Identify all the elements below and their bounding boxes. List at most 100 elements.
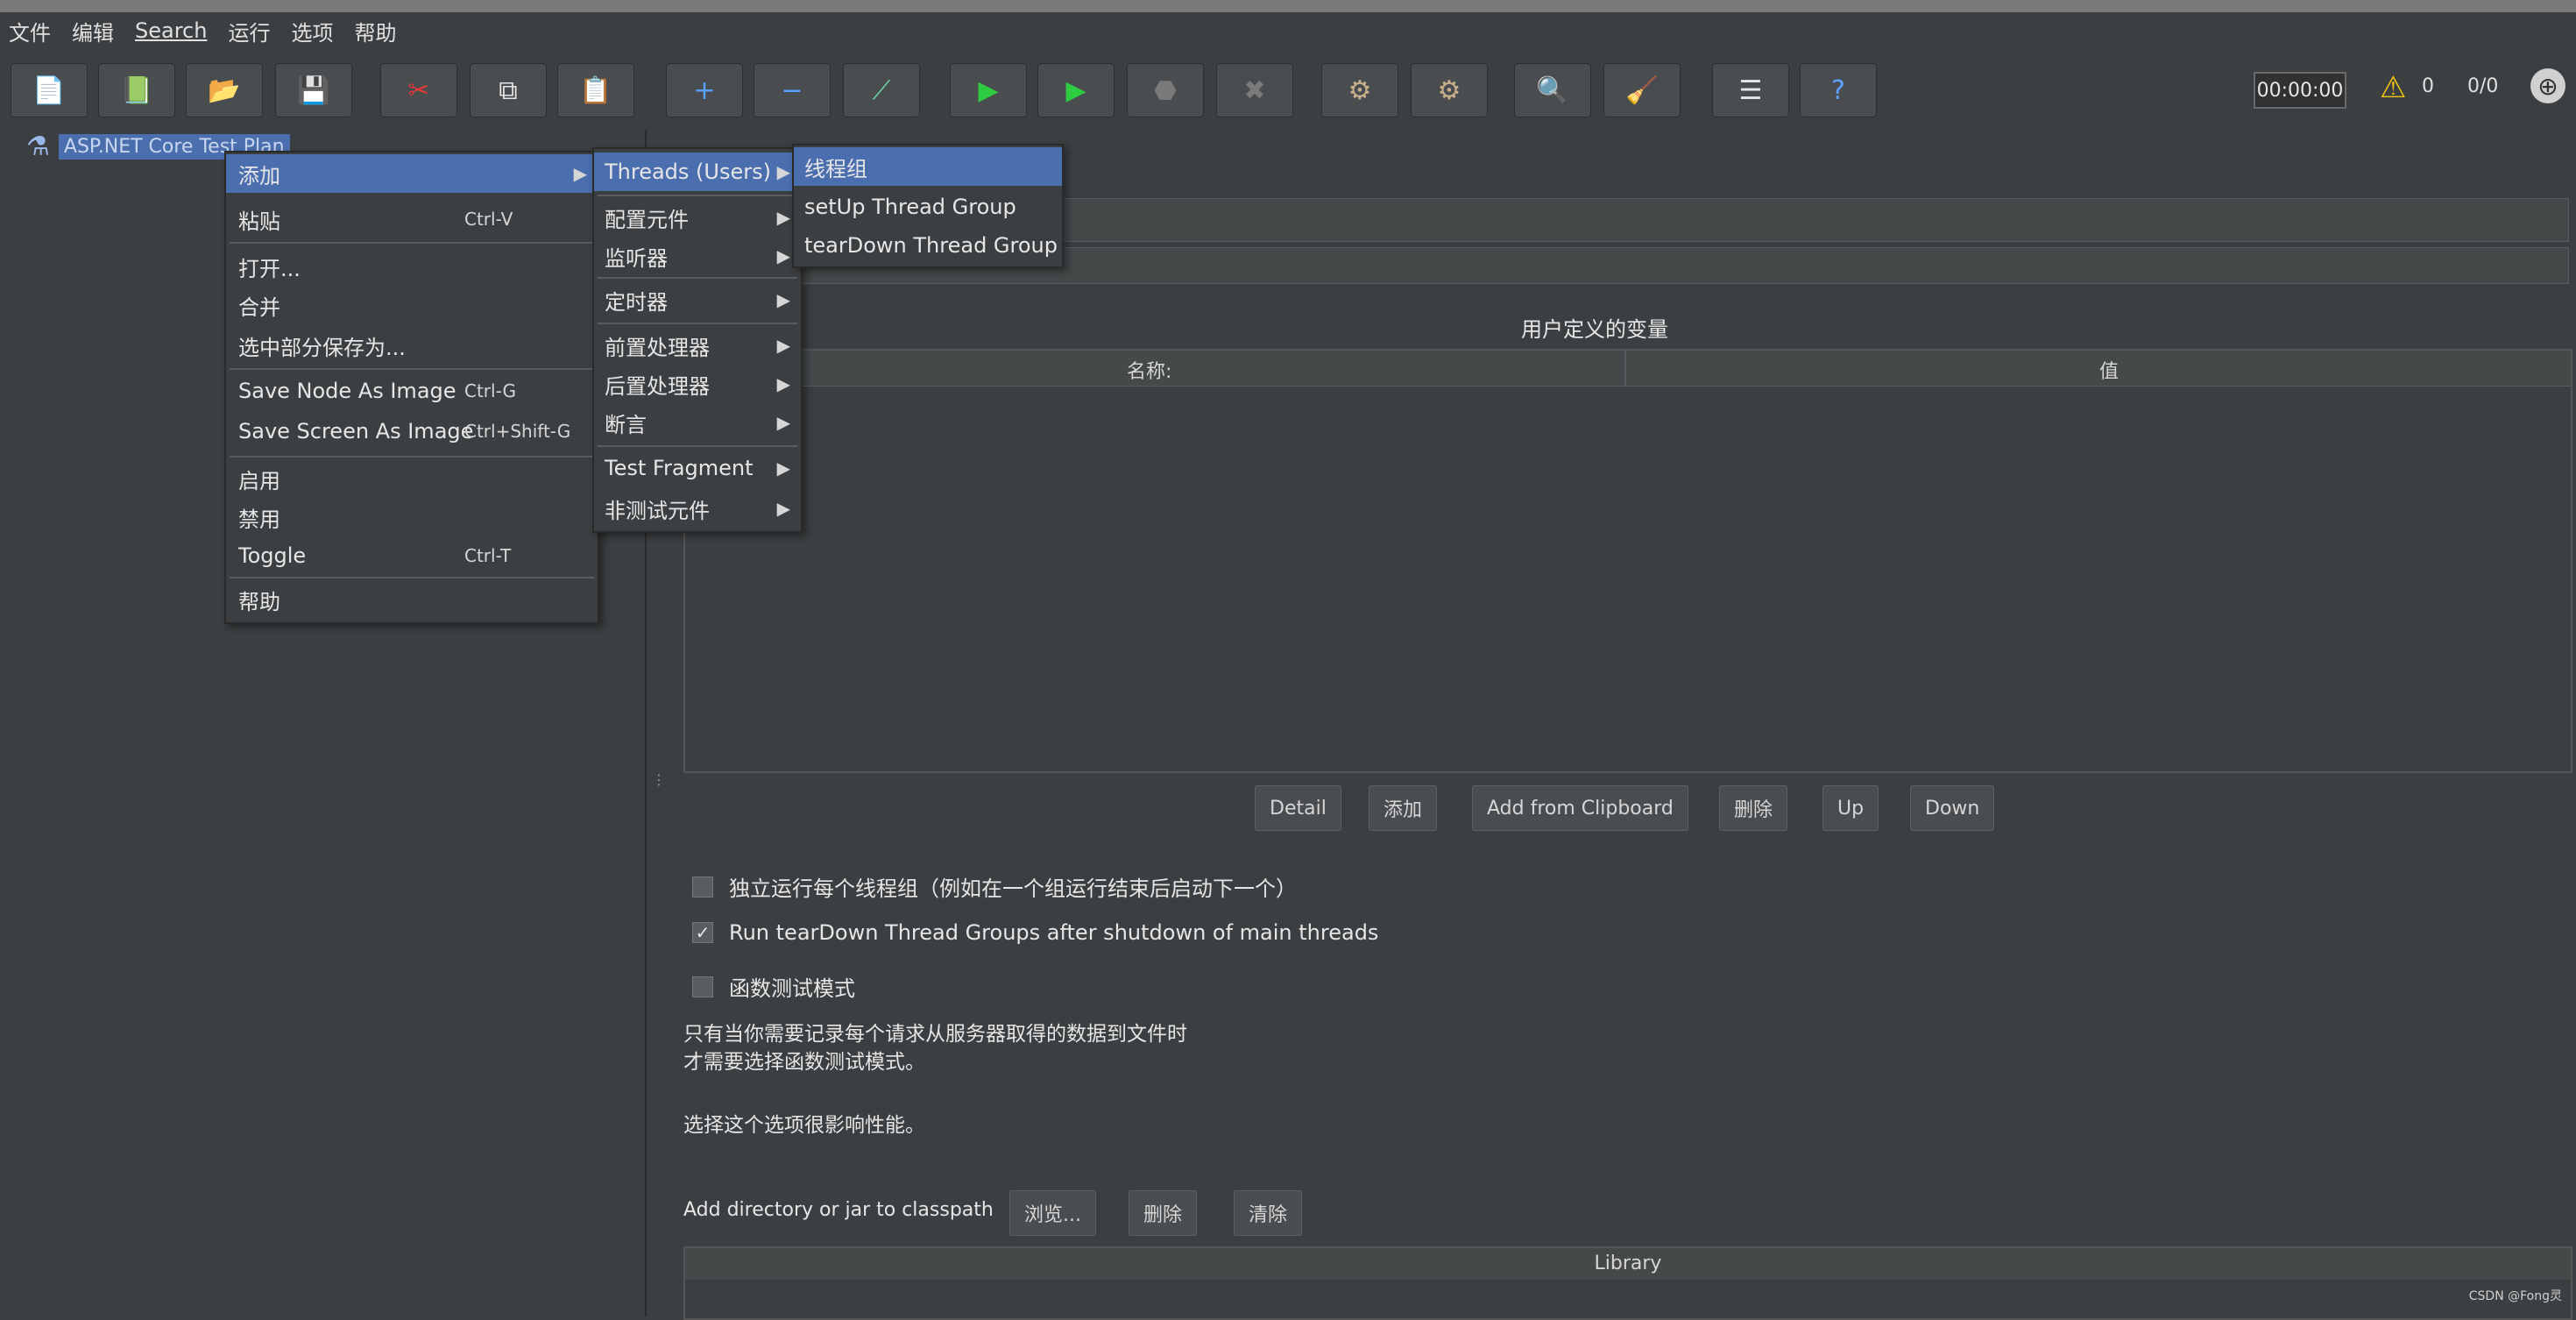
menu-item-disable[interactable]: 禁用 <box>226 498 598 536</box>
submenu-item-setup-thread-group[interactable]: setUp Thread Group <box>794 188 1062 226</box>
menu-item-help[interactable]: 帮助 <box>226 580 598 619</box>
submenu-item-timer[interactable]: 定时器 ▶ <box>594 280 801 319</box>
menu-item-label: 合并 <box>238 295 280 320</box>
menu-item-label: 选中部分保存为... <box>238 335 406 360</box>
stop-button[interactable]: ⬣ <box>1127 63 1204 117</box>
menu-item-label: 监听器 <box>605 245 668 271</box>
save-button[interactable]: 💾 <box>275 63 352 117</box>
browse-button[interactable]: 浏览... <box>1009 1190 1096 1236</box>
new-button[interactable]: 📄 <box>11 63 88 117</box>
submenu-item-listener[interactable]: 监听器 ▶ <box>594 237 801 275</box>
menu-help[interactable]: 帮助 <box>343 16 407 46</box>
add-button[interactable]: 添加 <box>1369 785 1438 831</box>
checkbox-box[interactable] <box>692 976 713 997</box>
menu-item-save-node-image[interactable]: Save Node As Image Ctrl-G <box>226 372 598 410</box>
shutdown-button[interactable]: ✖ <box>1216 63 1293 117</box>
shutdown-icon: ✖ <box>1243 75 1266 106</box>
search-button[interactable]: 🔍 <box>1514 63 1591 117</box>
checkbox-box[interactable] <box>692 876 713 898</box>
detail-button[interactable]: Detail <box>1255 785 1341 831</box>
submenu-item-preprocessor[interactable]: 前置处理器 ▶ <box>594 326 801 365</box>
menu-edit[interactable]: 编辑 <box>61 16 124 46</box>
menu-item-paste[interactable]: 粘贴 Ctrl-V <box>226 200 598 238</box>
function-helper-button[interactable]: ☰ <box>1712 63 1789 117</box>
up-button[interactable]: Up <box>1822 785 1879 831</box>
remote-stop-icon: ⚙ <box>1437 75 1461 106</box>
start-no-pause-button[interactable]: ▶ <box>1037 63 1115 117</box>
menu-search[interactable]: Search <box>124 18 217 43</box>
teardown-on-shutdown-checkbox[interactable]: ✓ Run tearDown Thread Groups after shutd… <box>692 920 1378 945</box>
submenu-item-config[interactable]: 配置元件 ▶ <box>594 198 801 237</box>
down-button[interactable]: Down <box>1910 785 1995 831</box>
submenu-item-test-fragment[interactable]: Test Fragment ▶ <box>594 449 801 487</box>
menu-separator <box>230 456 594 458</box>
add-from-clipboard-button[interactable]: Add from Clipboard <box>1472 785 1688 831</box>
cut-button[interactable]: ✂ <box>380 63 457 117</box>
submenu-item-postprocessor[interactable]: 后置处理器 ▶ <box>594 365 801 403</box>
delete-button[interactable]: 删除 <box>1719 785 1788 831</box>
classpath-label: Add directory or jar to classpath <box>683 1199 994 1221</box>
copy-button[interactable]: ⧉ <box>470 63 547 117</box>
remote-start-button[interactable]: ⚙ <box>1321 63 1398 117</box>
menu-file[interactable]: 文件 <box>0 16 61 46</box>
classpath-clear-button[interactable]: 清除 <box>1234 1190 1303 1236</box>
menu-item-toggle[interactable]: Toggle Ctrl-T <box>226 536 598 575</box>
elapsed-timer: 00:00:00 <box>2254 72 2346 109</box>
menu-item-save-selection[interactable]: 选中部分保存为... <box>226 326 598 365</box>
toggle-button[interactable]: ⟋ <box>843 63 920 117</box>
collapse-button[interactable]: − <box>754 63 831 117</box>
submenu-item-threads[interactable]: Threads (Users) ▶ <box>594 153 801 191</box>
classpath-delete-button[interactable]: 删除 <box>1129 1190 1198 1236</box>
warning-icon[interactable]: ⚠ <box>2380 70 2406 105</box>
menu-item-label: 前置处理器 <box>605 335 710 360</box>
start-button[interactable]: ▶ <box>950 63 1027 117</box>
remote-stop-button[interactable]: ⚙ <box>1411 63 1488 117</box>
expand-button[interactable]: + <box>666 63 743 117</box>
submenu-arrow-icon: ▶ <box>776 161 790 182</box>
submenu-arrow-icon: ▶ <box>573 163 587 184</box>
menu-run[interactable]: 运行 <box>217 16 280 46</box>
open-icon: 📂 <box>208 75 241 106</box>
collapse-icon: − <box>781 75 803 106</box>
menu-item-open[interactable]: 打开... <box>226 247 598 286</box>
submenu-item-assertion[interactable]: 断言 ▶ <box>594 403 801 442</box>
search-icon: 🔍 <box>1536 75 1569 106</box>
templates-button[interactable]: 📗 <box>98 63 175 117</box>
note-line-2: 才需要选择函数测试模式。 <box>683 1051 925 1074</box>
stop-icon: ⬣ <box>1153 75 1178 106</box>
menu-item-enable[interactable]: 启用 <box>226 459 598 498</box>
help-icon: ? <box>1831 75 1845 106</box>
menu-item-label: 启用 <box>238 468 280 493</box>
udv-table-header: 名称: 值 <box>685 351 2571 387</box>
submenu-arrow-icon: ▶ <box>776 373 790 394</box>
remote-globe-icon[interactable]: ⊕ <box>2530 68 2565 103</box>
open-button[interactable]: 📂 <box>186 63 263 117</box>
col-value-header: 值 <box>2099 361 2120 383</box>
copy-icon: ⧉ <box>499 75 518 106</box>
serialize-threadgroups-checkbox[interactable]: 独立运行每个线程组（例如在一个组运行结束后启动下一个） <box>692 871 1297 902</box>
submenu-item-thread-group[interactable]: 线程组 <box>794 147 1062 186</box>
menu-item-add[interactable]: 添加 ▶ <box>226 154 598 193</box>
menu-separator <box>230 368 594 370</box>
paste-button[interactable]: 📋 <box>557 63 634 117</box>
remote-start-icon: ⚙ <box>1348 75 1372 106</box>
menu-separator <box>598 323 797 324</box>
menu-separator <box>598 195 797 196</box>
new-icon: 📄 <box>32 75 66 106</box>
save-icon: 💾 <box>297 75 330 106</box>
menu-item-merge[interactable]: 合并 <box>226 286 598 324</box>
menu-item-label: 定时器 <box>605 289 668 315</box>
menu-options[interactable]: 选项 <box>280 16 343 46</box>
menu-item-label: 禁用 <box>238 507 280 532</box>
help-button[interactable]: ? <box>1800 63 1877 117</box>
checkbox-box-checked[interactable]: ✓ <box>692 922 713 943</box>
menu-item-label: 帮助 <box>238 589 280 614</box>
menu-item-label: Threads (Users) <box>605 160 771 184</box>
menu-item-save-screen-image[interactable]: Save Screen As Image Ctrl+Shift-G <box>226 412 598 451</box>
splitter-grip-icon[interactable]: ⋮ <box>652 771 666 803</box>
clear-button[interactable]: 🧹 <box>1603 63 1681 117</box>
submenu-item-teardown-thread-group[interactable]: tearDown Thread Group <box>794 226 1062 265</box>
menu-item-label: 添加 <box>238 163 280 188</box>
submenu-item-non-test[interactable]: 非测试元件 ▶ <box>594 489 801 528</box>
functional-test-mode-checkbox[interactable]: 函数测试模式 <box>692 971 855 1002</box>
